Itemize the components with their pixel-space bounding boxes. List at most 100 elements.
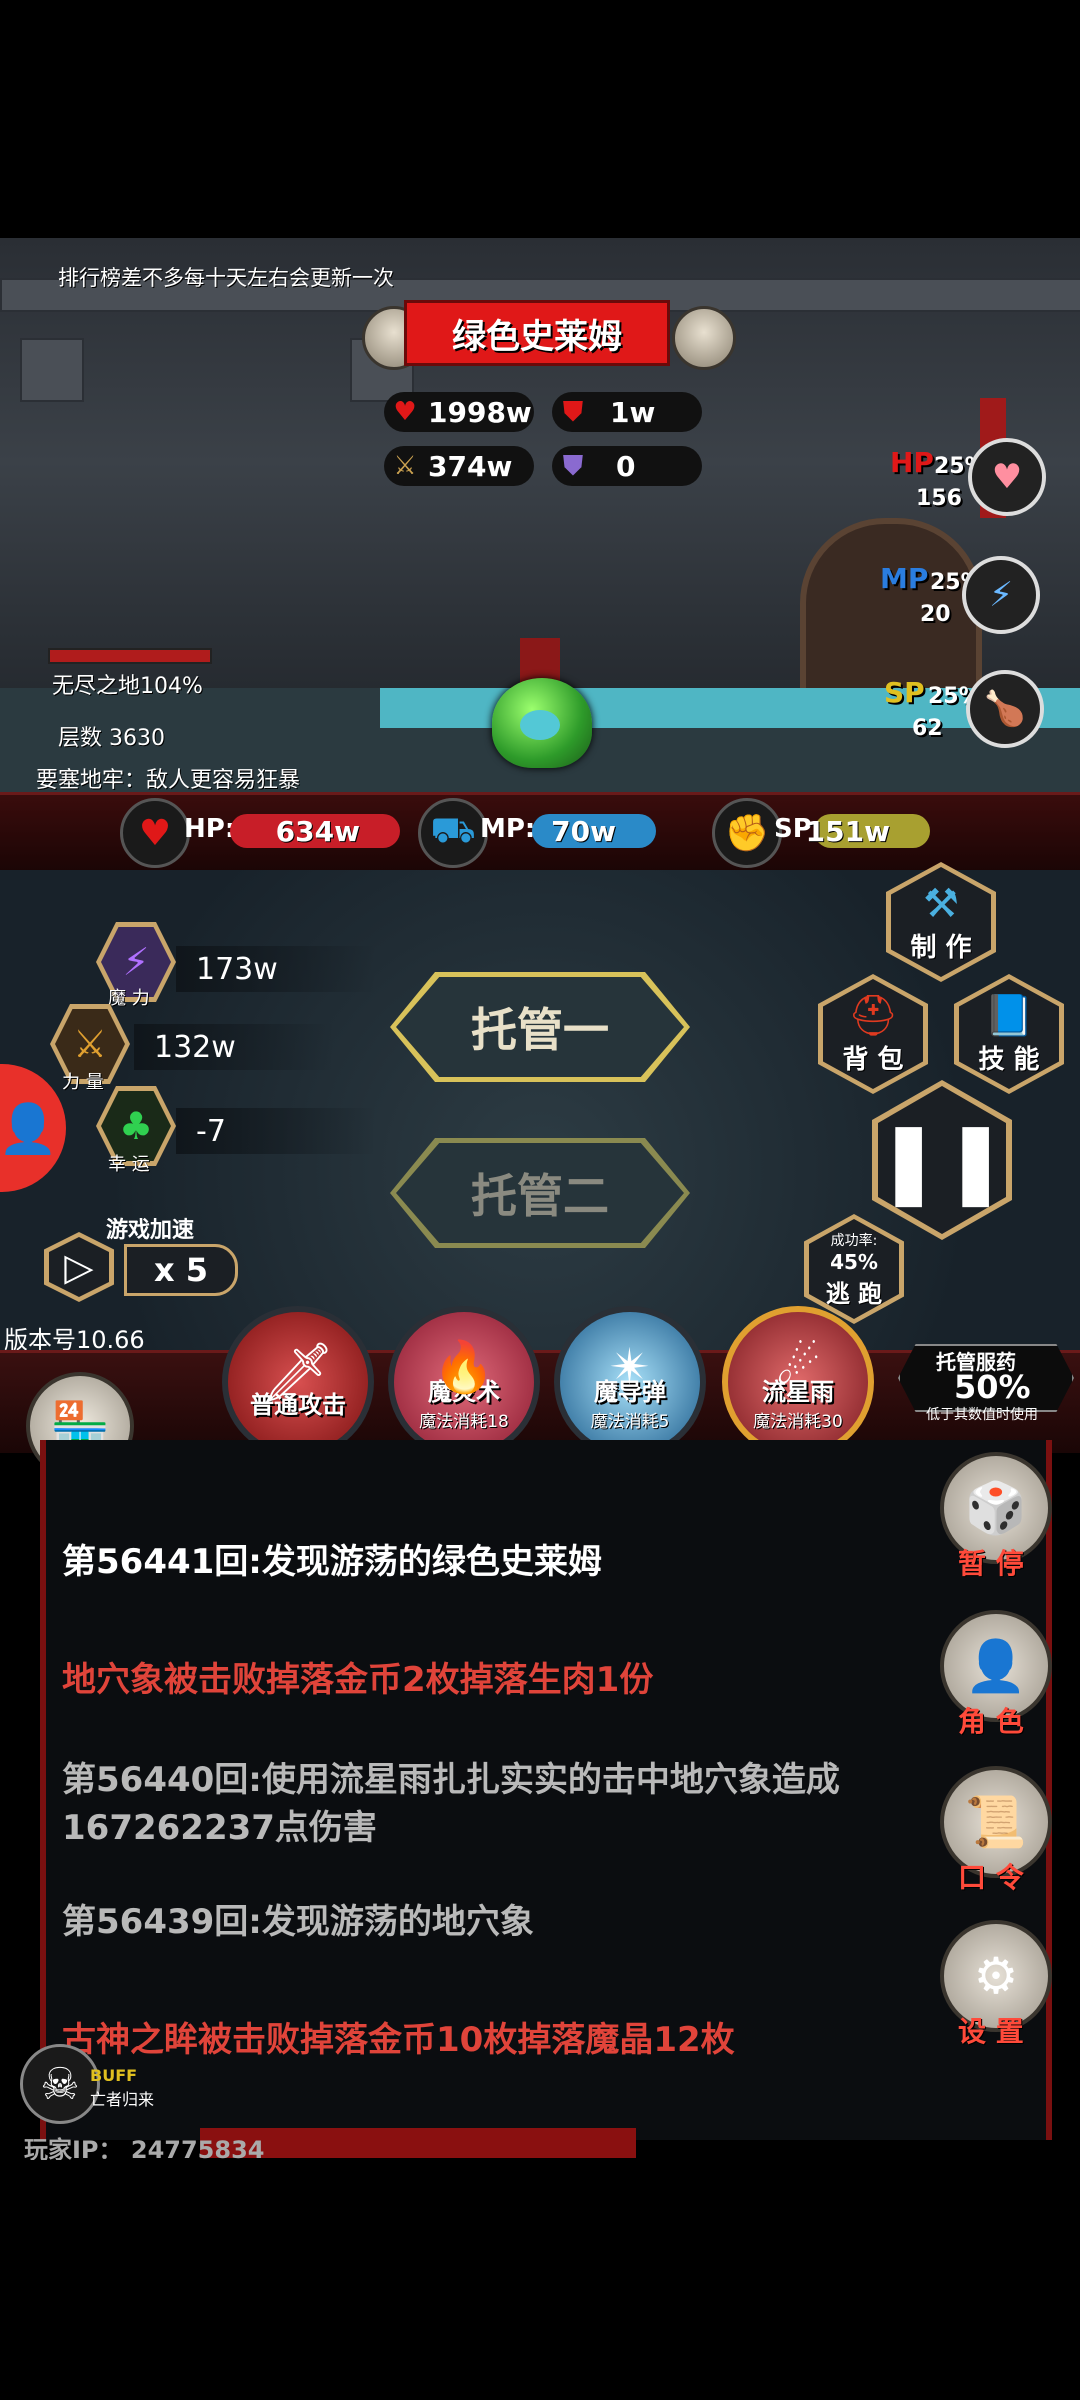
lightning-icon: ⚡ [989,575,1013,615]
mp-potion-count: 20 [920,602,951,627]
hp-bar-label: HP: [184,814,236,844]
speed-value: x 5 [124,1244,238,1296]
speed-control[interactable]: ▷ x 5 [44,1232,238,1302]
log-text: 第56439回:发现游荡的地穴象 [62,1902,534,1942]
log-line: 第56440回:使用流星雨扎扎实实的击中地穴象造成167262237点伤害 [62,1756,922,1852]
hp-potion-button[interactable]: ♥ [968,438,1046,516]
buff-button[interactable]: ☠ [20,2044,100,2124]
hooded-figure-icon: 👤 [964,1636,1028,1695]
power-attr-value: 132w [134,1024,334,1070]
mp-icon: ⛟ [418,798,488,868]
log-text: 第56440回:使用流星雨扎扎实实的击中地穴象造成167262237点伤害 [62,1760,840,1848]
book-icon: 📘 [984,993,1034,1039]
skill-label: 技 能 [978,1045,1040,1075]
dice-icon: 🎲 [964,1478,1028,1537]
flame-icon: 🔥 [432,1338,496,1396]
shield-icon: ⛊ [563,396,583,427]
status-area-top [0,0,1080,238]
sword-strike-icon: 🗡 [261,1338,335,1406]
bag-label: 背 包 [842,1045,904,1075]
scroll-icon: 📜 [964,1792,1028,1851]
monster-hp-value: 1998w [428,395,532,429]
skill-magic-flame[interactable]: 🔥 魔炎术 魔法消耗18 [388,1306,540,1458]
auto-one-button[interactable]: 托管一 [390,972,690,1082]
monster-magic-def-value: 0 [616,449,636,483]
auto-one-label: 托管一 [396,977,684,1077]
play-icon: ▷ [49,1237,109,1297]
zone-name: 无尽之地104% [52,674,203,699]
zone-layer: 层数 3630 [58,726,165,751]
monster-hp: ♥ 1998w [384,392,534,432]
log-text: 第56441回:发现游荡的绿色史莱姆 [62,1542,602,1582]
mp-potion-label: MP [880,562,929,595]
hp-potion-label: HP [890,446,934,479]
magic-attr-label: 魔 力 [108,988,150,1009]
food-icon: 🍗 [983,689,1027,729]
auto-two-label: 托管二 [396,1143,684,1243]
luck-attr-value: -7 [176,1108,376,1154]
power-attr-label: 力 量 [62,1072,104,1093]
pause-label: 暂 停 [958,1547,1024,1580]
heart-icon: ♥ [393,397,417,427]
meteor-icon: ☄ [775,1338,821,1396]
zone-description: 要塞地牢：敌人更容易狂暴 [36,768,301,793]
log-line: 地穴象被击败掉落金币2枚掉落生肉1份 [62,1656,922,1704]
zone-progress-bar [48,648,212,664]
escape-rate: 45% [830,1249,878,1274]
skill-meteor-shower[interactable]: ☄ 流星雨 魔法消耗30 [722,1306,874,1458]
escape-rate-label: 成功率: [830,1232,878,1249]
pause-icon: ❚❚ [874,1113,1010,1207]
monster-defense-value: 1w [610,395,656,429]
gear-icon: ⚙ [973,1947,1019,2005]
slime-core [520,710,560,740]
skill-normal-attack[interactable]: 🗡 普通攻击 [222,1306,374,1458]
hp-potion-count: 156 [916,486,962,511]
skill-magic-missile[interactable]: ✴ 魔导弹 魔法消耗5 [554,1306,706,1458]
strength-icon: ✊ [712,798,782,868]
skull-icon [672,306,736,370]
luck-attr-label: 幸 运 [108,1154,150,1175]
experience-bar [200,2128,636,2158]
sp-potion-count: 62 [912,716,943,741]
log-text: 古神之眸被击败掉落金币10枚掉落魔晶12枚 [62,2020,735,2060]
magic-attr-value: 173w [176,946,376,992]
skill-meteor-shower-cost: 魔法消耗30 [753,1412,843,1432]
helmet-icon: ⛑ [847,993,899,1039]
monster-attack: ⚔ 374w [384,446,534,486]
sword-icon: ⚔ [393,451,417,481]
player-hp-bar: 634w [230,814,400,848]
settings-label: 设 置 [958,2015,1024,2048]
monster-attack-value: 374w [428,449,513,483]
log-line: 古神之眸被击败掉落金币10枚掉落魔晶12枚 [62,2016,922,2064]
buff-name: 亡者归来 [90,2090,155,2109]
player-sp-value: 151w [805,814,890,848]
role-label: 角 色 [958,1705,1024,1738]
skull-icon: ☠ [40,2058,80,2110]
anvil-icon: ⚒ [923,880,959,927]
magic-shield-icon: ⛊ [563,450,583,481]
sp-potion-label: SP [884,676,925,709]
heart-icon: ♥ [120,798,190,868]
code-label: 口 令 [958,1861,1024,1894]
player-sp-bar: 151w [806,814,930,848]
sp-food-button[interactable]: 🍗 [966,670,1044,748]
potion-icon: ♥ [991,457,1023,497]
notice-text: 排行榜差不多每十天左右会更新一次 [58,266,394,290]
player-hp-value: 634w [275,814,360,848]
log-line: 第56441回:发现游荡的绿色史莱姆 [62,1538,922,1586]
log-text: 地穴象被击败掉落金币2枚掉落生肉1份 [62,1660,654,1700]
auto-potion-pct: 50% [954,1368,1031,1406]
buff-title: BUFF [90,2066,138,2085]
auto-two-button[interactable]: 托管二 [390,1138,690,1248]
player-mp-value: 70w [551,814,616,848]
auto-potion-note: 低于其数值时使用 [926,1407,1038,1423]
mp-potion-button[interactable]: ⚡ [962,556,1040,634]
skill-magic-flame-cost: 魔法消耗18 [419,1412,509,1432]
status-area-bottom [0,2160,1080,2400]
play-speed-button[interactable]: ▷ [44,1232,114,1302]
craft-label: 制 作 [910,932,972,963]
skill-magic-missile-cost: 魔法消耗5 [590,1412,670,1432]
burst-icon: ✴ [609,1338,651,1396]
player-mp-bar: 70w [532,814,656,848]
monster-name: 绿色史莱姆 [404,300,670,366]
